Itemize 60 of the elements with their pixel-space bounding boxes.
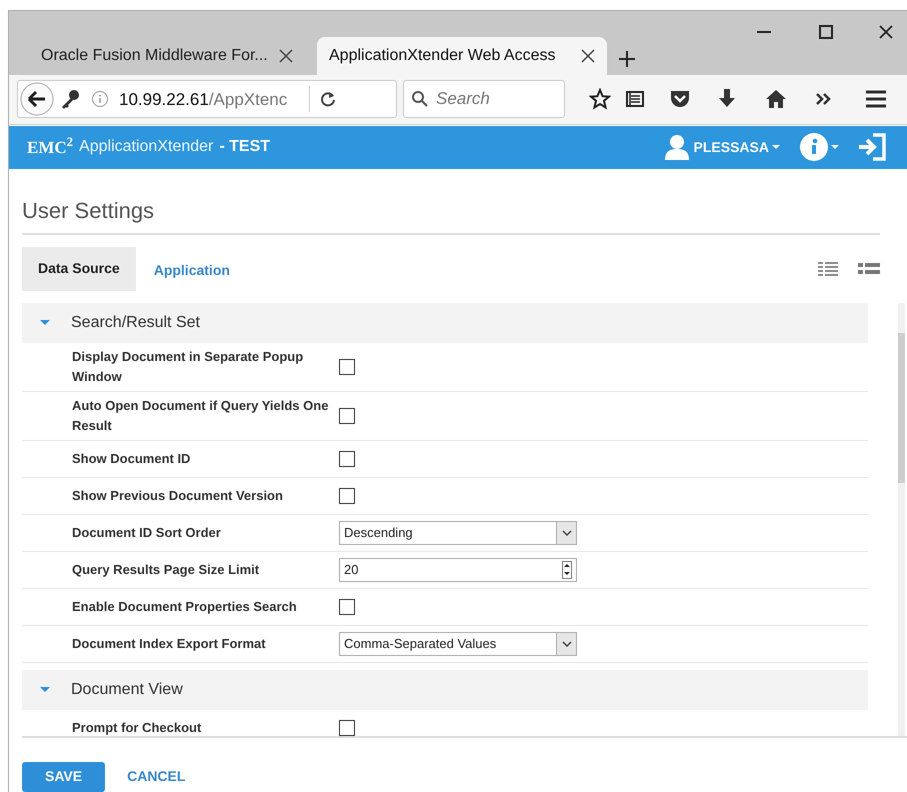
chevron-down-icon [562,640,572,647]
info-icon[interactable] [800,133,828,162]
settings-tab[interactable]: Data Source [22,246,136,291]
product-name: ApplicationXtender [79,137,214,158]
setting-label: Auto Open Document if Query Yields One Result [72,396,330,435]
section-header[interactable]: Search/Result Set [22,302,868,343]
back-icon[interactable] [19,81,55,118]
page-title: User Settings [22,194,880,235]
setting-label: Show Document ID [72,450,192,468]
browser-tab[interactable]: Oracle Fusion Middleware For... [17,37,317,76]
brand-logo: EMC$^{2}$ [27,134,74,159]
spinner-icon[interactable] [562,560,572,579]
settings-tab[interactable]: Application [136,246,248,291]
new-tab-button[interactable] [619,51,635,68]
menu-icon[interactable] [865,90,887,108]
setting-label: Document ID Sort Order [72,524,222,542]
search-field[interactable]: Search [403,80,565,118]
close-icon[interactable] [581,49,595,64]
scrollbar[interactable] [898,302,905,736]
url-text: 10.99.22.61/AppXtenc [119,88,288,111]
checkbox[interactable] [339,488,355,504]
environment-label: - TEST [219,137,270,158]
setting-label: Document Index Export Format [72,634,267,653]
search-icon [411,90,429,108]
caret-icon [772,145,780,150]
section-header[interactable]: Document View [22,670,868,710]
checkbox[interactable] [339,358,355,375]
number-field[interactable]: 20 [339,558,577,582]
overflow-icon[interactable] [815,92,833,106]
star-icon[interactable] [589,88,611,110]
caret-icon [40,320,50,326]
info-icon [91,90,109,108]
setting-label: Prompt for Checkout [72,718,202,736]
caret-icon [831,145,839,150]
dropdown[interactable]: Descending [339,520,577,545]
checkbox[interactable] [339,598,355,615]
setting-label: Query Results Page Size Limit [72,560,260,579]
list-view-icon[interactable] [818,262,838,276]
setting-label: Enable Document Properties Search [72,598,298,616]
user-icon [664,134,690,160]
checkbox[interactable] [339,408,355,424]
compact-list-icon[interactable] [858,262,880,276]
checkbox[interactable] [339,720,355,736]
close-icon[interactable] [279,49,293,64]
dropdown[interactable]: Comma-Separated Values [339,632,577,656]
checkbox[interactable] [339,450,355,467]
address-bar[interactable]: 10.99.22.61/AppXtenc [17,80,397,118]
browser-tab[interactable]: ApplicationXtender Web Access [317,37,607,76]
maximize-button[interactable] [819,25,833,39]
cancel-link[interactable]: CANCEL [125,762,188,792]
reload-icon[interactable] [320,91,336,108]
close-icon[interactable] [879,25,893,39]
caret-icon [40,687,50,692]
pocket-icon[interactable] [669,89,691,110]
setting-label: Display Document in Separate Popup Window [72,348,304,386]
chevron-down-icon [562,530,572,536]
setting-label: Show Previous Document Version [72,486,284,505]
logout-icon[interactable] [857,133,887,162]
reading-list-icon[interactable] [625,89,645,110]
home-icon[interactable] [765,89,787,110]
